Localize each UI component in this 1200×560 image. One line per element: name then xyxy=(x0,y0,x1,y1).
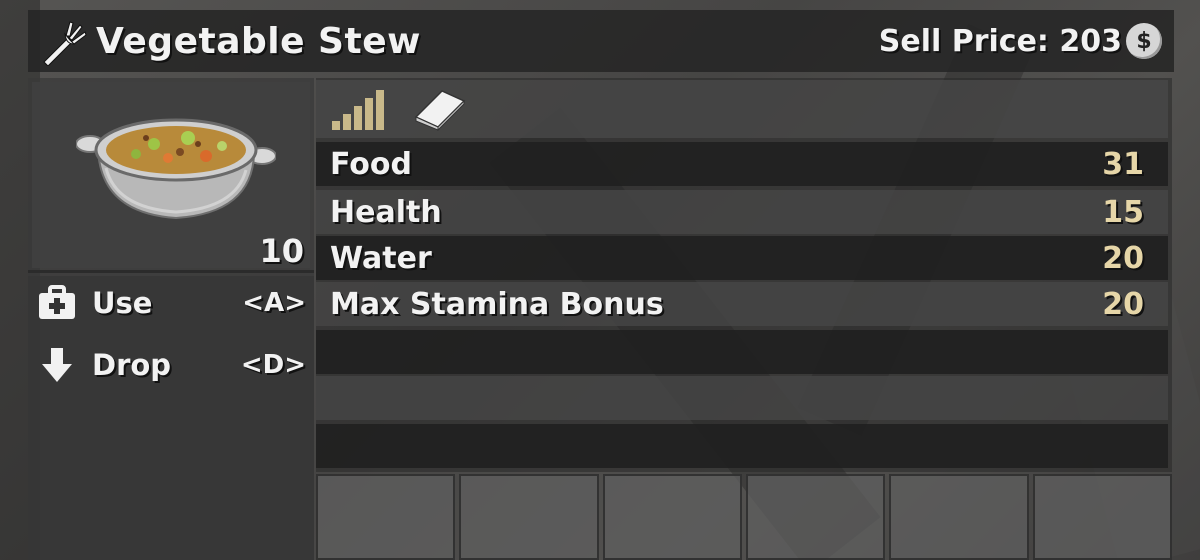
item-preview[interactable]: 10 xyxy=(32,82,310,270)
empty-stat-row xyxy=(316,330,1168,374)
stat-name: Health xyxy=(330,194,442,230)
stat-value: 15 xyxy=(1102,194,1144,230)
quality-bars-icon[interactable] xyxy=(330,87,384,131)
drop-label: Drop xyxy=(92,348,172,382)
medkit-icon xyxy=(36,282,78,324)
sell-price: Sell Price: 203 $ xyxy=(879,23,1162,59)
book-icon[interactable] xyxy=(412,87,468,131)
empty-stat-row xyxy=(316,376,1168,420)
item-title-bar: Vegetable Stew Sell Price: 203 $ xyxy=(28,10,1174,72)
inventory-slot[interactable] xyxy=(316,474,456,560)
stat-row: Water 20 xyxy=(316,236,1168,280)
stat-name: Max Stamina Bonus xyxy=(330,286,664,322)
stat-value: 20 xyxy=(1102,286,1144,322)
use-action[interactable]: Use <A> xyxy=(36,278,306,328)
use-hotkey: <A> xyxy=(242,288,306,318)
arrow-down-icon xyxy=(36,344,78,386)
inventory-slot[interactable] xyxy=(889,474,1029,560)
stat-value: 31 xyxy=(1102,146,1144,182)
action-list: Use <A> Drop <D> xyxy=(28,276,314,560)
item-name: Vegetable Stew xyxy=(96,20,421,62)
panel-divider xyxy=(28,270,314,273)
empty-stat-row xyxy=(316,424,1168,468)
inventory-slot[interactable] xyxy=(1032,474,1172,560)
fork-icon xyxy=(43,21,87,66)
item-count: 10 xyxy=(259,232,304,270)
stat-row: Food 31 xyxy=(316,142,1168,186)
stat-name: Food xyxy=(330,146,412,182)
stat-name: Water xyxy=(330,240,432,276)
inventory-slot[interactable] xyxy=(745,474,886,560)
item-panel: 10 Use <A> Drop <D> xyxy=(28,78,314,560)
stat-row: Max Stamina Bonus 20 xyxy=(316,282,1168,326)
stew-pot-image xyxy=(76,118,276,220)
use-label: Use xyxy=(92,286,153,320)
inventory-slot[interactable] xyxy=(459,474,599,560)
drop-action[interactable]: Drop <D> xyxy=(36,340,306,390)
inventory-slots xyxy=(316,474,1172,560)
stat-row: Health 15 xyxy=(316,190,1168,234)
info-icon-row xyxy=(316,80,1168,138)
coin-icon: $ xyxy=(1126,23,1162,59)
stats-panel: Food 31 Health 15 Water 20 Max Stamina B… xyxy=(316,78,1172,472)
stat-value: 20 xyxy=(1102,240,1144,276)
inventory-slot[interactable] xyxy=(602,474,742,560)
drop-hotkey: <D> xyxy=(240,350,306,380)
sell-price-label: Sell Price: 203 xyxy=(878,23,1122,59)
